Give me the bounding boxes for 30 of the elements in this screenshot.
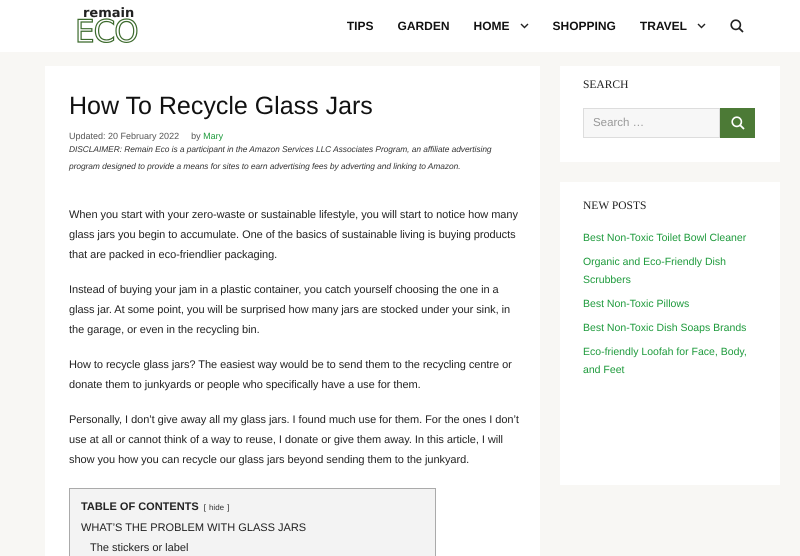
chevron-down-icon xyxy=(697,23,706,29)
widget-heading: NEW POSTS xyxy=(583,200,648,212)
widget-heading: SEARCH xyxy=(583,79,630,91)
post-link[interactable]: Best Non-Toxic Pillows xyxy=(583,295,757,313)
byline: by Mary xyxy=(191,131,224,141)
search-field[interactable]: Search … xyxy=(583,108,720,138)
post-link[interactable]: Organic and Eco-Friendly Dish Scrubbers xyxy=(583,253,757,289)
paragraph: Instead of buying your jam in a plastic container, you catch yourself choosing the one in a glass jar. At some point, you will be surprised how many jars are stocked under your sink, in the garage, or even in the recycling bin. xyxy=(69,283,512,338)
updated-date: Updated: 20 February 2022 xyxy=(69,131,180,141)
paragraph: When you start with your zero-waste or sustainable lifestyle, you will start to notice how many glass jars you begin to accumulate. One of the basics of sustainable living is buying products that are packed in eco-friendlier packaging. xyxy=(69,208,519,263)
toc-link[interactable]: The stickers or label xyxy=(90,542,424,554)
disclaimer: DISCLAIMER: Remain Eco is a participant in the Amazon Services LLC Associates Program, an affiliate advertising program designed to provide a means for sites to earn advertising fees by adverting and linking to Amazon. xyxy=(69,143,493,173)
nav-item[interactable]: GARDEN xyxy=(398,19,450,33)
chevron-down-icon xyxy=(520,23,529,29)
paragraph: How to recycle glass jars? The easiest way would be to send them to the recycling centre or donate them to junkyards or people who specifically have a use for them. xyxy=(69,358,513,393)
article-title: How To Recycle Glass Jars xyxy=(69,92,374,121)
nav-item[interactable]: HOME xyxy=(474,19,529,33)
nav-item[interactable]: SHOPPING xyxy=(552,19,616,33)
post-link[interactable]: Eco-friendly Loofah for Face, Body, and Feet xyxy=(583,343,757,379)
search-button[interactable] xyxy=(720,108,755,138)
post-link[interactable]: Best Non-Toxic Toilet Bowl Cleaner xyxy=(583,229,757,247)
paragraph: Personally, I don’t give away all my glass jars. I found much use for them. For the ones I don’t use at all or cannot think of a way to reuse, I donate or give them away. In this article, I will show you how you can recycle our glass jars beyond sending them to the junkyard. xyxy=(69,413,520,468)
site-logo[interactable]: remain ECO xyxy=(75,6,155,48)
toc-link[interactable]: WHAT’S THE PROBLEM WITH GLASS JARS xyxy=(81,522,424,534)
nav-item[interactable]: TRAVEL xyxy=(640,19,706,33)
nav-item[interactable]: TIPS xyxy=(346,19,374,33)
post-link[interactable]: Best Non-Toxic Dish Soaps Brands xyxy=(583,319,757,337)
toc-title: TABLE OF CONTENTS xyxy=(81,501,199,513)
toc-toggle[interactable]: [ hide ] xyxy=(204,502,230,512)
search-icon[interactable] xyxy=(730,19,744,33)
